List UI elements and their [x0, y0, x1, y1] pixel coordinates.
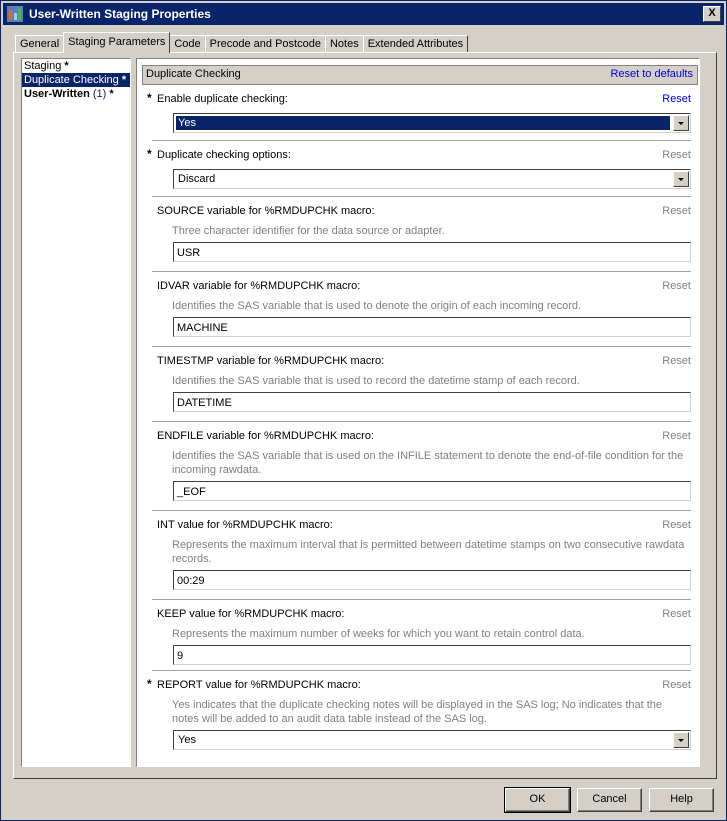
- field-description: Identifies the SAS variable that is used…: [172, 300, 582, 312]
- required-star: *: [147, 147, 152, 161]
- ok-button[interactable]: OK: [504, 787, 571, 813]
- chevron-down-icon[interactable]: [673, 171, 689, 187]
- tab-extended-attributes[interactable]: Extended Attributes: [362, 35, 469, 53]
- tab-precode-postcode[interactable]: Precode and Postcode: [204, 35, 326, 53]
- field-description: Identifies the SAS variable that is used…: [172, 450, 684, 476]
- field-label: INT value for %RMDUPCHK macro:: [157, 519, 333, 531]
- field-description: Represents the maximum number of weeks f…: [172, 628, 585, 640]
- field-label: TIMESTMP variable for %RMDUPCHK macro:: [157, 355, 385, 367]
- reset-link[interactable]: Reset: [662, 355, 691, 367]
- field-label: KEEP value for %RMDUPCHK macro:: [157, 608, 345, 620]
- divider: [152, 140, 691, 141]
- enable-duplicate-checking-select[interactable]: Yes: [173, 113, 691, 133]
- tab-bar: General Staging Parameters Code Precode …: [15, 32, 469, 53]
- nav-item-label: Duplicate Checking: [24, 74, 119, 86]
- required-star: *: [147, 677, 152, 691]
- nav-item-label: Staging: [24, 60, 62, 72]
- field-label: Duplicate checking options:: [157, 149, 291, 161]
- section-title: Duplicate Checking: [146, 68, 241, 80]
- chevron-down-icon[interactable]: [673, 732, 689, 748]
- properties-dialog: User-Written Staging Properties X Genera…: [0, 0, 727, 821]
- select-value: Discard: [178, 173, 216, 185]
- divider: [152, 196, 691, 197]
- app-icon: [7, 6, 23, 22]
- divider: [152, 510, 691, 511]
- field-report: * REPORT value for %RMDUPCHK macro: Rese…: [142, 677, 691, 753]
- duplicate-checking-options-select[interactable]: Discard: [173, 169, 691, 189]
- modified-star: *: [109, 88, 114, 100]
- properties-content: Duplicate Checking Reset to defaults * E…: [136, 58, 700, 767]
- reset-link[interactable]: Reset: [662, 205, 691, 217]
- select-value: Yes: [176, 116, 670, 130]
- nav-item-staging[interactable]: Staging *: [22, 59, 130, 73]
- field-description: Yes indicates that the duplicate checkin…: [172, 699, 663, 725]
- help-button[interactable]: Help: [649, 788, 714, 812]
- report-select[interactable]: Yes: [173, 730, 691, 750]
- field-label: ENDFILE variable for %RMDUPCHK macro:: [157, 430, 374, 442]
- field-timestmp: TIMESTMP variable for %RMDUPCHK macro: R…: [142, 355, 691, 415]
- source-input[interactable]: USR: [173, 242, 691, 262]
- divider: [152, 271, 691, 272]
- window-title: User-Written Staging Properties: [29, 7, 211, 21]
- timestmp-input[interactable]: DATETIME: [173, 392, 691, 412]
- tab-notes[interactable]: Notes: [324, 35, 364, 53]
- tab-staging-parameters[interactable]: Staging Parameters: [63, 32, 171, 53]
- chevron-down-icon[interactable]: [673, 115, 689, 131]
- field-int: INT value for %RMDUPCHK macro: Reset Rep…: [142, 519, 691, 593]
- int-input[interactable]: 00:29: [173, 570, 691, 590]
- reset-to-defaults-link[interactable]: Reset to defaults: [610, 68, 693, 80]
- field-description: Three character identifier for the data …: [172, 225, 445, 237]
- field-label: IDVAR variable for %RMDUPCHK macro:: [157, 280, 361, 292]
- reset-link[interactable]: Reset: [662, 679, 691, 691]
- field-duplicate-checking-options: * Duplicate checking options: Reset Disc…: [142, 147, 691, 189]
- reset-link[interactable]: Reset: [662, 608, 691, 620]
- field-idvar: IDVAR variable for %RMDUPCHK macro: Rese…: [142, 280, 691, 340]
- reset-link[interactable]: Reset: [662, 519, 691, 531]
- category-tree: Staging * Duplicate Checking * User-Writ…: [21, 58, 131, 767]
- field-source: SOURCE variable for %RMDUPCHK macro: Res…: [142, 205, 691, 265]
- nav-item-count: (1): [92, 88, 107, 100]
- cancel-button[interactable]: Cancel: [577, 788, 642, 812]
- select-value: Yes: [178, 734, 196, 746]
- reset-link[interactable]: Reset: [662, 280, 691, 292]
- idvar-input[interactable]: MACHINE: [173, 317, 691, 337]
- close-button[interactable]: X: [703, 6, 721, 22]
- reset-link[interactable]: Reset: [662, 93, 691, 105]
- reset-link[interactable]: Reset: [662, 149, 691, 161]
- field-endfile: ENDFILE variable for %RMDUPCHK macro: Re…: [142, 430, 691, 504]
- modified-star: *: [64, 60, 69, 72]
- divider: [152, 346, 691, 347]
- endfile-input[interactable]: _EOF: [173, 481, 691, 501]
- nav-item-label: User-Written: [24, 88, 90, 100]
- field-enable-duplicate-checking: * Enable duplicate checking: Reset Yes: [142, 91, 691, 133]
- tab-code[interactable]: Code: [169, 35, 206, 53]
- required-star: *: [147, 91, 152, 105]
- field-description: Represents the maximum interval that is …: [172, 539, 685, 565]
- nav-item-user-written[interactable]: User-Written (1) *: [22, 87, 130, 101]
- field-keep: KEEP value for %RMDUPCHK macro: Reset Re…: [142, 608, 691, 668]
- divider: [152, 670, 691, 671]
- divider: [152, 421, 691, 422]
- keep-input[interactable]: 9: [173, 645, 691, 665]
- tab-general[interactable]: General: [15, 35, 65, 53]
- field-label: SOURCE variable for %RMDUPCHK macro:: [157, 205, 375, 217]
- field-label: Enable duplicate checking:: [157, 93, 288, 105]
- field-label: REPORT value for %RMDUPCHK macro:: [157, 679, 361, 691]
- field-description: Identifies the SAS variable that is used…: [172, 375, 580, 387]
- divider: [152, 599, 691, 600]
- reset-link[interactable]: Reset: [662, 430, 691, 442]
- title-bar: User-Written Staging Properties X: [3, 3, 724, 25]
- section-header: Duplicate Checking Reset to defaults: [142, 65, 698, 85]
- nav-item-duplicate-checking[interactable]: Duplicate Checking *: [22, 73, 130, 87]
- modified-star: *: [121, 74, 127, 86]
